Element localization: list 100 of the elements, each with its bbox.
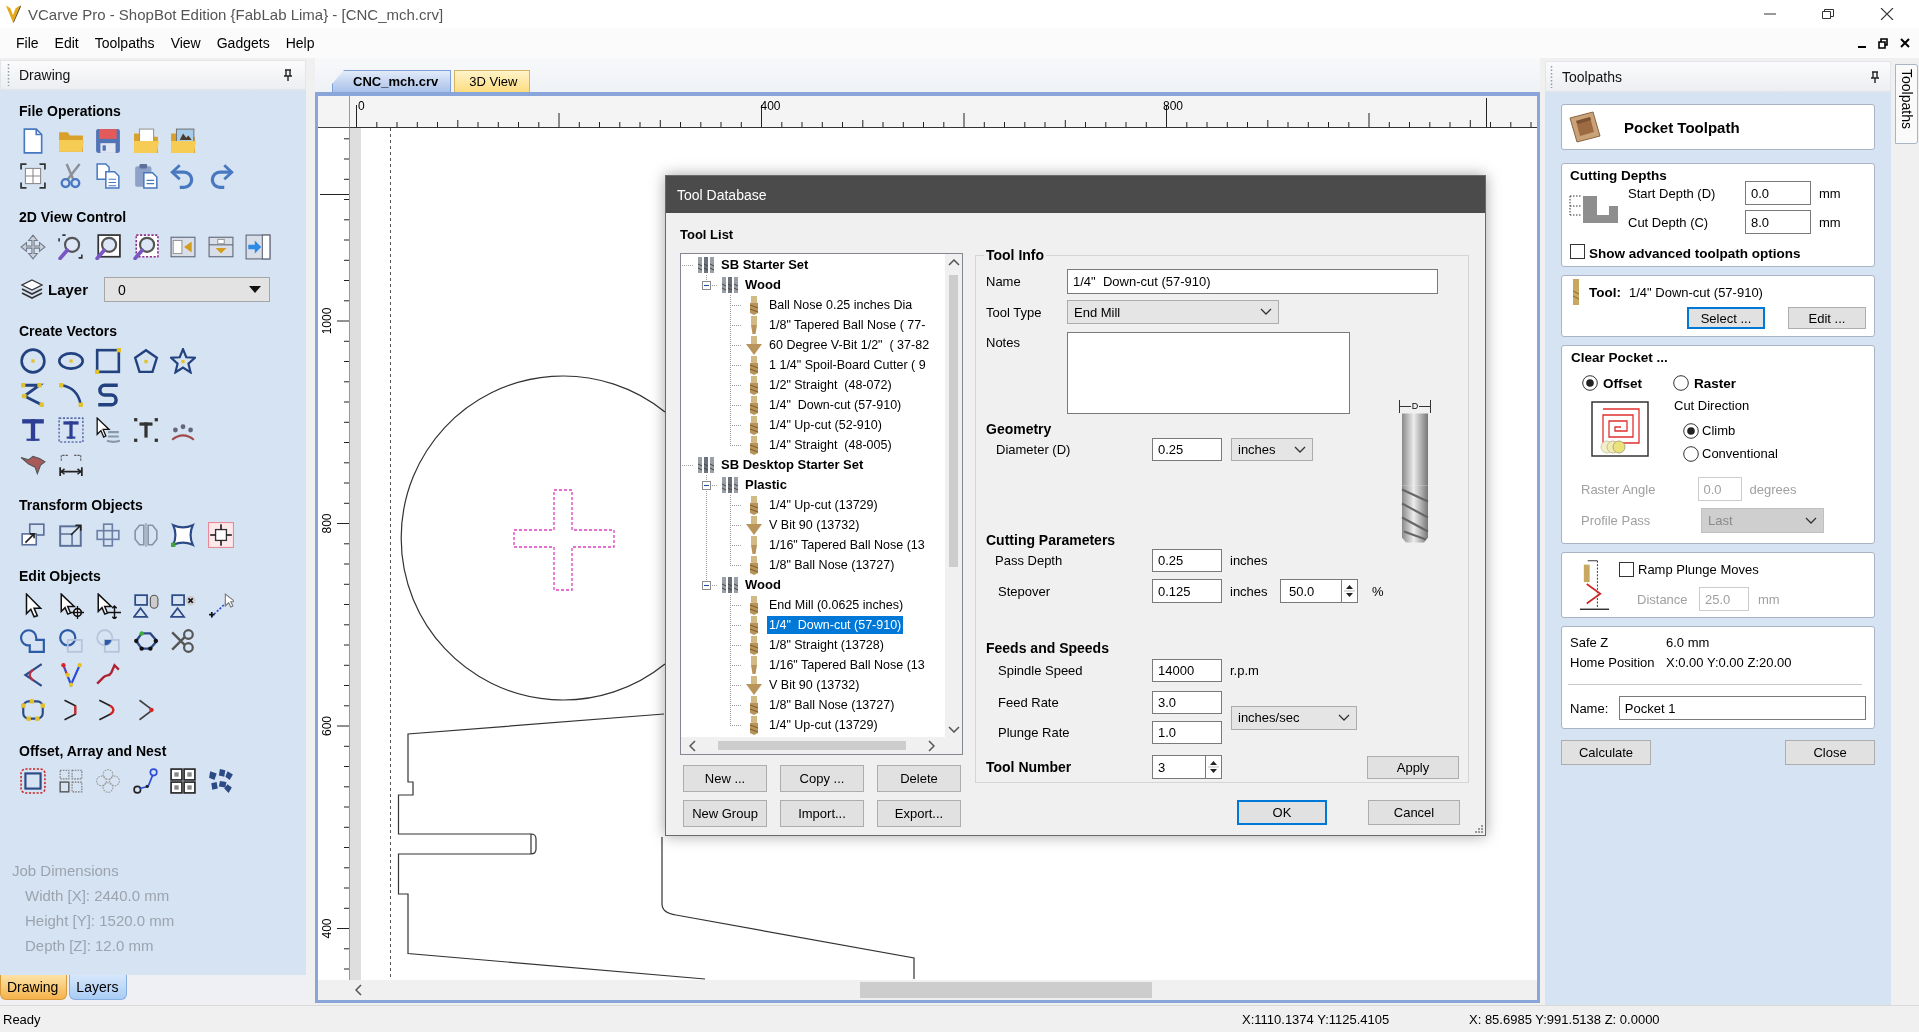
pan-icon[interactable] xyxy=(20,233,46,260)
rectangle-icon[interactable] xyxy=(95,347,121,374)
tree-item[interactable]: 1/4" Down-cut (57-910) xyxy=(767,616,904,634)
panel-tab[interactable]: Layers xyxy=(69,975,128,1000)
text-tool-icon[interactable] xyxy=(20,416,46,443)
folder-document-icon[interactable] xyxy=(132,128,159,154)
spindle-speed-field[interactable]: 14000 xyxy=(1152,659,1222,682)
pin-icon[interactable] xyxy=(1870,70,1880,83)
pentagon-icon[interactable] xyxy=(132,347,159,374)
tree-item[interactable]: 1 1/4" Spoil-Board Cutter ( 9 xyxy=(767,356,928,374)
grip-icon[interactable] xyxy=(1550,65,1553,88)
tree-item[interactable]: 1/4" Straight (48-005) xyxy=(767,436,894,454)
chevron-down-icon[interactable] xyxy=(947,726,960,733)
radio-button[interactable] xyxy=(1683,422,1699,439)
name-field[interactable]: Pocket 1 xyxy=(1618,696,1866,720)
restore-icon[interactable] xyxy=(1822,9,1834,19)
select-button[interactable]: Select ... xyxy=(1687,307,1765,329)
pass-depth-field[interactable]: 0.25 xyxy=(1152,549,1222,572)
array-icon[interactable] xyxy=(57,767,84,794)
ok-button[interactable]: OK xyxy=(1237,800,1327,825)
distort-icon[interactable] xyxy=(170,522,196,548)
intersect-icon[interactable] xyxy=(95,627,121,654)
layer-dropdown[interactable]: 0 xyxy=(104,277,270,302)
scale-icon[interactable] xyxy=(57,522,84,548)
tree-item[interactable]: 1/4" Up-cut (52-910) xyxy=(767,416,884,434)
tree-group[interactable]: SB Starter Set xyxy=(719,256,811,274)
tree-item[interactable]: 1/16" Tapered Ball Nose (13 xyxy=(767,656,927,674)
node-pointer-icon[interactable] xyxy=(57,593,84,619)
tree-item[interactable]: 1/4" Up-cut (13729) xyxy=(767,716,880,734)
import-button[interactable]: Import... xyxy=(780,800,864,827)
collapse-icon[interactable] xyxy=(701,580,711,590)
undo-icon[interactable] xyxy=(170,162,196,189)
star-icon[interactable] xyxy=(170,347,196,374)
close-icon[interactable] xyxy=(1900,38,1910,48)
checkbox[interactable] xyxy=(1570,244,1585,259)
folder-picture-icon[interactable] xyxy=(170,128,196,154)
layers-icon[interactable] xyxy=(20,277,44,302)
select-frame-icon[interactable] xyxy=(20,162,46,189)
tree-group[interactable]: Plastic xyxy=(743,476,789,494)
nest-icon[interactable] xyxy=(207,767,234,794)
cut-depth-field[interactable]: 8.0 xyxy=(1745,210,1811,234)
apply-button[interactable]: Apply xyxy=(1367,755,1459,779)
grip-icon[interactable] xyxy=(7,64,10,86)
zoom-icon[interactable] xyxy=(57,233,84,260)
scrollbar-thumb[interactable] xyxy=(718,741,906,750)
percent-field[interactable]: 50.0 xyxy=(1280,579,1341,603)
radio-button[interactable] xyxy=(1683,445,1699,462)
chevron-left-icon[interactable] xyxy=(689,739,696,752)
tree-item[interactable]: V Bit 90 (13732) xyxy=(767,676,862,694)
tree-item[interactable]: 1/4" Down-cut (57-910) xyxy=(767,396,904,414)
checkbox[interactable] xyxy=(1619,562,1634,577)
closed-nodes-icon[interactable] xyxy=(20,696,46,723)
tree-item[interactable]: End Mill (0.0625 inches) xyxy=(767,596,906,614)
export-button[interactable]: Export... xyxy=(877,800,961,827)
collapse-icon[interactable] xyxy=(701,480,711,490)
paste-icon[interactable] xyxy=(132,162,159,189)
new-group-button[interactable]: New Group xyxy=(683,800,767,827)
feed-rate-field[interactable]: 3.0 xyxy=(1152,691,1222,714)
horizontal-scrollbar[interactable] xyxy=(681,737,945,754)
document-tab[interactable]: CNC_mch.crv xyxy=(332,70,452,92)
side-tab[interactable]: Toolpaths xyxy=(1895,64,1918,144)
tree-group[interactable]: SB Desktop Starter Set xyxy=(719,456,866,474)
group-icon[interactable] xyxy=(132,593,159,619)
edit-button[interactable]: Edit ... xyxy=(1788,307,1866,329)
scrollbar-thumb[interactable] xyxy=(949,275,958,567)
radio-button[interactable] xyxy=(1673,375,1689,391)
close-icon[interactable] xyxy=(1880,8,1894,20)
tree-item[interactable]: 1/8" Straight (13728) xyxy=(767,636,886,654)
delete-button[interactable]: Delete xyxy=(877,765,961,792)
notes-field[interactable] xyxy=(1067,332,1350,414)
subtract-icon[interactable] xyxy=(57,627,84,654)
chevron-up-icon[interactable] xyxy=(947,259,960,266)
weld-icon[interactable] xyxy=(20,627,46,654)
tool-type-dropdown[interactable]: End Mill xyxy=(1067,300,1279,324)
menu-item[interactable]: Help xyxy=(277,32,323,54)
close-button[interactable]: Close xyxy=(1785,740,1875,765)
move-pointer-icon[interactable] xyxy=(95,593,121,619)
stepover-field[interactable]: 0.125 xyxy=(1152,579,1222,603)
tree-item[interactable]: 1/8" Ball Nose (13727) xyxy=(767,556,897,574)
text-box-icon[interactable] xyxy=(57,416,84,443)
align-icon[interactable] xyxy=(95,522,121,548)
menu-item[interactable]: Gadgets xyxy=(208,32,278,54)
cancel-button[interactable]: Cancel xyxy=(1368,800,1460,825)
new-button[interactable]: New ... xyxy=(683,765,767,792)
panel-tab[interactable]: Drawing xyxy=(0,975,68,1000)
tool-number-field[interactable]: 3 xyxy=(1152,755,1205,779)
circle-icon[interactable] xyxy=(20,347,46,374)
center-icon[interactable] xyxy=(207,522,234,548)
menu-item[interactable]: File xyxy=(8,32,47,54)
spinner-arrows-icon[interactable] xyxy=(1205,755,1222,779)
tree-item[interactable]: 1/2" Straight (48-072) xyxy=(767,376,894,394)
chevron-left-icon[interactable] xyxy=(355,984,362,996)
chevron-right-icon[interactable] xyxy=(928,739,935,752)
name-field[interactable]: 1/4" Down-cut (57-910) xyxy=(1067,269,1438,294)
tree-item[interactable]: 60 Degree V-Bit 1/2" ( 37-82 xyxy=(767,336,932,354)
tree-group[interactable]: Wood xyxy=(743,276,783,294)
tree-item[interactable]: 1/8" Ball Nose (13727) xyxy=(767,696,897,714)
copy-button[interactable]: Copy ... xyxy=(780,765,864,792)
scrollbar-thumb[interactable] xyxy=(860,982,1152,998)
collapse-icon[interactable] xyxy=(701,280,711,290)
